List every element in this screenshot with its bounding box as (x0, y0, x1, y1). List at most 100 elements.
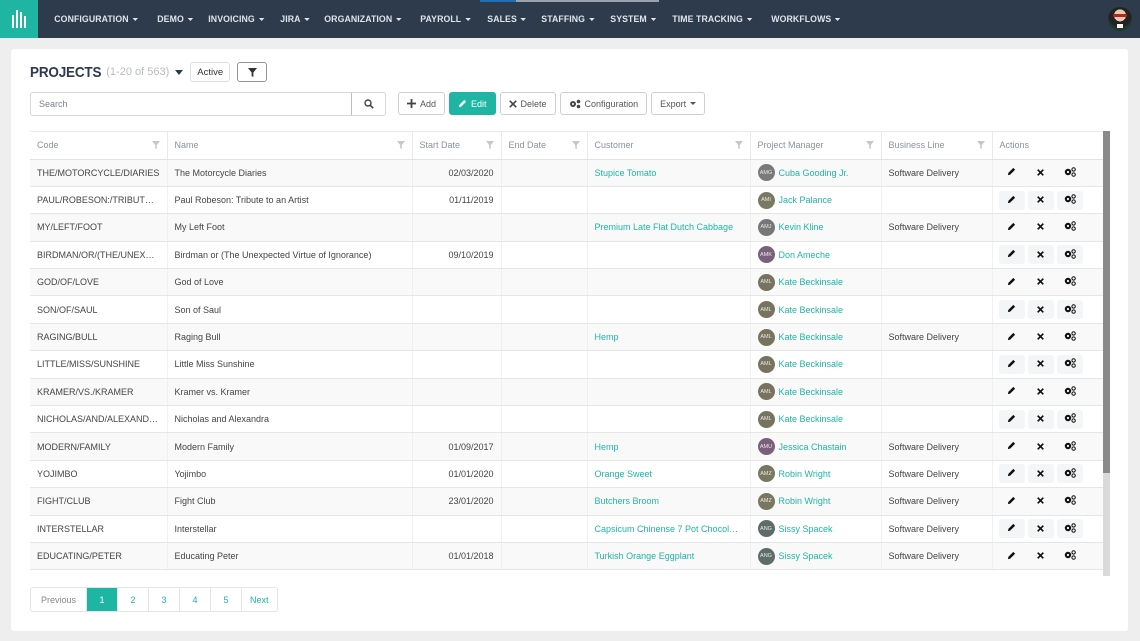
table-row[interactable]: NICHOLAS/AND/ALEXANDRA Nicholas and Alexa… (30, 405, 1104, 434)
column-filter-icon[interactable] (485, 141, 494, 151)
table-row[interactable]: BIRDMAN/OR/(THE/UNEXPECT... Birdman or (T… (30, 241, 1104, 270)
row-delete-button[interactable] (1028, 163, 1054, 182)
row-delete-button[interactable] (1028, 328, 1054, 347)
row-edit-button[interactable] (998, 190, 1025, 210)
column-header-name[interactable]: Name (167, 132, 413, 160)
table-row[interactable]: YOJIMBO Yojimbo 01/01/2020 Orange Sweet AMZ R… (30, 460, 1104, 489)
row-edit-button[interactable] (998, 245, 1025, 265)
nav-menu-configuration[interactable]: CONFIGURATION (46, 14, 146, 25)
cell-customer-link[interactable] (587, 268, 751, 297)
pagination-page-3[interactable]: 3 (149, 588, 181, 611)
cell-customer-link[interactable] (587, 405, 751, 434)
pagination-next[interactable]: Next (242, 588, 277, 611)
row-delete-button[interactable] (1028, 273, 1054, 292)
project-manager-link[interactable]: Kate Beckinsale (779, 359, 844, 369)
row-edit-button[interactable] (998, 300, 1025, 320)
row-configure-button[interactable] (1056, 464, 1083, 484)
row-delete-button[interactable] (1027, 464, 1054, 484)
row-delete-button[interactable] (1028, 492, 1054, 511)
row-delete-button[interactable] (1027, 300, 1054, 320)
nav-menu-system[interactable]: SYSTEM (602, 14, 664, 25)
project-manager-link[interactable]: Cuba Gooding Jr. (779, 168, 849, 178)
project-manager-link[interactable]: Jack Palance (779, 195, 833, 205)
row-configure-button[interactable] (1056, 190, 1083, 210)
cell-customer-link[interactable]: Hemp (587, 323, 751, 352)
project-manager-link[interactable]: Kate Beckinsale (779, 332, 844, 342)
row-configure-button[interactable] (1057, 273, 1083, 292)
row-delete-button[interactable] (1028, 437, 1054, 456)
row-delete-button[interactable] (1028, 382, 1054, 401)
column-filter-icon[interactable] (396, 141, 405, 151)
row-delete-button[interactable] (1028, 218, 1054, 237)
row-configure-button[interactable] (1056, 245, 1083, 265)
project-manager-link[interactable]: Kate Beckinsale (779, 277, 844, 287)
table-row[interactable]: PAUL/ROBESON:/TRIBUTE/TO/... Paul Robeson… (30, 186, 1104, 215)
row-edit-button[interactable] (999, 492, 1025, 511)
nav-menu-organization[interactable]: ORGANIZATION (316, 14, 410, 25)
title-dropdown-caret-icon[interactable] (175, 69, 184, 75)
status-filter-button[interactable]: Active (190, 62, 231, 82)
table-row[interactable]: EDUCATING/PETER Educating Peter 01/01/2018… (30, 542, 1104, 571)
row-configure-button[interactable] (1056, 300, 1083, 320)
row-edit-button[interactable] (999, 163, 1025, 182)
row-delete-button[interactable] (1027, 190, 1054, 210)
cell-customer-link[interactable]: Premium Late Flat Dutch Cabbage (587, 213, 751, 242)
row-edit-button[interactable] (998, 409, 1025, 429)
column-header-end-date[interactable]: End Date (501, 132, 588, 160)
column-filter-icon[interactable] (151, 141, 160, 151)
pagination-page-5[interactable]: 5 (211, 588, 243, 611)
row-edit-button[interactable] (999, 328, 1025, 347)
project-manager-link[interactable]: Jessica Chastain (779, 442, 847, 452)
column-filter-icon[interactable] (734, 141, 743, 151)
row-delete-button[interactable] (1027, 354, 1054, 374)
export-button[interactable]: Export (651, 92, 706, 115)
row-configure-button[interactable] (1056, 354, 1083, 374)
cell-customer-link[interactable]: Capsicum Chinense 7 Pot Chocolate B... (587, 515, 751, 543)
table-row[interactable]: FIGHT/CLUB Fight Club 23/01/2020 Butchers B… (30, 487, 1104, 516)
column-filter-icon[interactable] (865, 141, 874, 151)
column-header-customer[interactable]: Customer (587, 132, 751, 160)
project-manager-link[interactable]: Don Ameche (779, 250, 831, 260)
row-edit-button[interactable] (998, 464, 1025, 484)
row-delete-button[interactable] (1027, 409, 1054, 429)
project-manager-link[interactable]: Kate Beckinsale (779, 305, 844, 315)
pagination-page-2[interactable]: 2 (118, 588, 150, 611)
project-manager-link[interactable]: Kevin Kline (779, 222, 824, 232)
pagination-page-4[interactable]: 4 (180, 588, 212, 611)
cell-customer-link[interactable] (587, 241, 751, 270)
nav-menu-workflows[interactable]: WORKFLOWS (763, 14, 849, 25)
table-row[interactable]: MY/LEFT/FOOT My Left Foot Premium Late Fla… (30, 213, 1104, 242)
row-delete-button[interactable] (1027, 245, 1054, 265)
cell-customer-link[interactable] (587, 350, 751, 379)
nav-menu-jira[interactable]: JIRA (272, 14, 318, 25)
filter-button[interactable] (237, 62, 268, 82)
column-filter-icon[interactable] (976, 141, 985, 151)
delete-button[interactable]: Delete (499, 92, 556, 115)
column-header-code[interactable]: Code (30, 132, 168, 160)
row-edit-button[interactable] (999, 218, 1025, 237)
row-configure-button[interactable] (1057, 547, 1083, 566)
project-manager-link[interactable]: Kate Beckinsale (779, 414, 844, 424)
cell-customer-link[interactable]: Butchers Broom (587, 487, 751, 516)
cell-customer-link[interactable]: Stupice Tomato (587, 159, 751, 187)
nav-menu-staffing[interactable]: STAFFING (533, 14, 603, 25)
table-row[interactable]: GOD/OF/LOVE God of Love AML Kate Beckinsale (30, 268, 1104, 297)
column-header-start-date[interactable]: Start Date (412, 132, 502, 160)
user-avatar[interactable] (1108, 7, 1132, 31)
row-edit-button[interactable] (998, 519, 1025, 539)
row-configure-button[interactable] (1056, 409, 1083, 429)
column-header-project-manager[interactable]: Project Manager (750, 132, 882, 160)
row-edit-button[interactable] (999, 547, 1025, 566)
row-edit-button[interactable] (999, 382, 1025, 401)
row-configure-button[interactable] (1057, 437, 1083, 456)
row-configure-button[interactable] (1057, 492, 1083, 511)
search-button[interactable] (351, 93, 385, 115)
cell-customer-link[interactable]: Turkish Orange Eggplant (587, 542, 751, 571)
cell-customer-link[interactable]: Orange Sweet (587, 460, 751, 489)
row-configure-button[interactable] (1057, 163, 1083, 182)
nav-menu-payroll[interactable]: PAYROLL (412, 14, 479, 25)
nav-menu-time-tracking[interactable]: TIME TRACKING (664, 14, 760, 25)
table-row[interactable]: SON/OF/SAUL Son of Saul AML Kate Beckinsale (30, 295, 1104, 324)
nav-menu-demo[interactable]: DEMO (149, 14, 201, 25)
project-manager-link[interactable]: Kate Beckinsale (779, 387, 844, 397)
